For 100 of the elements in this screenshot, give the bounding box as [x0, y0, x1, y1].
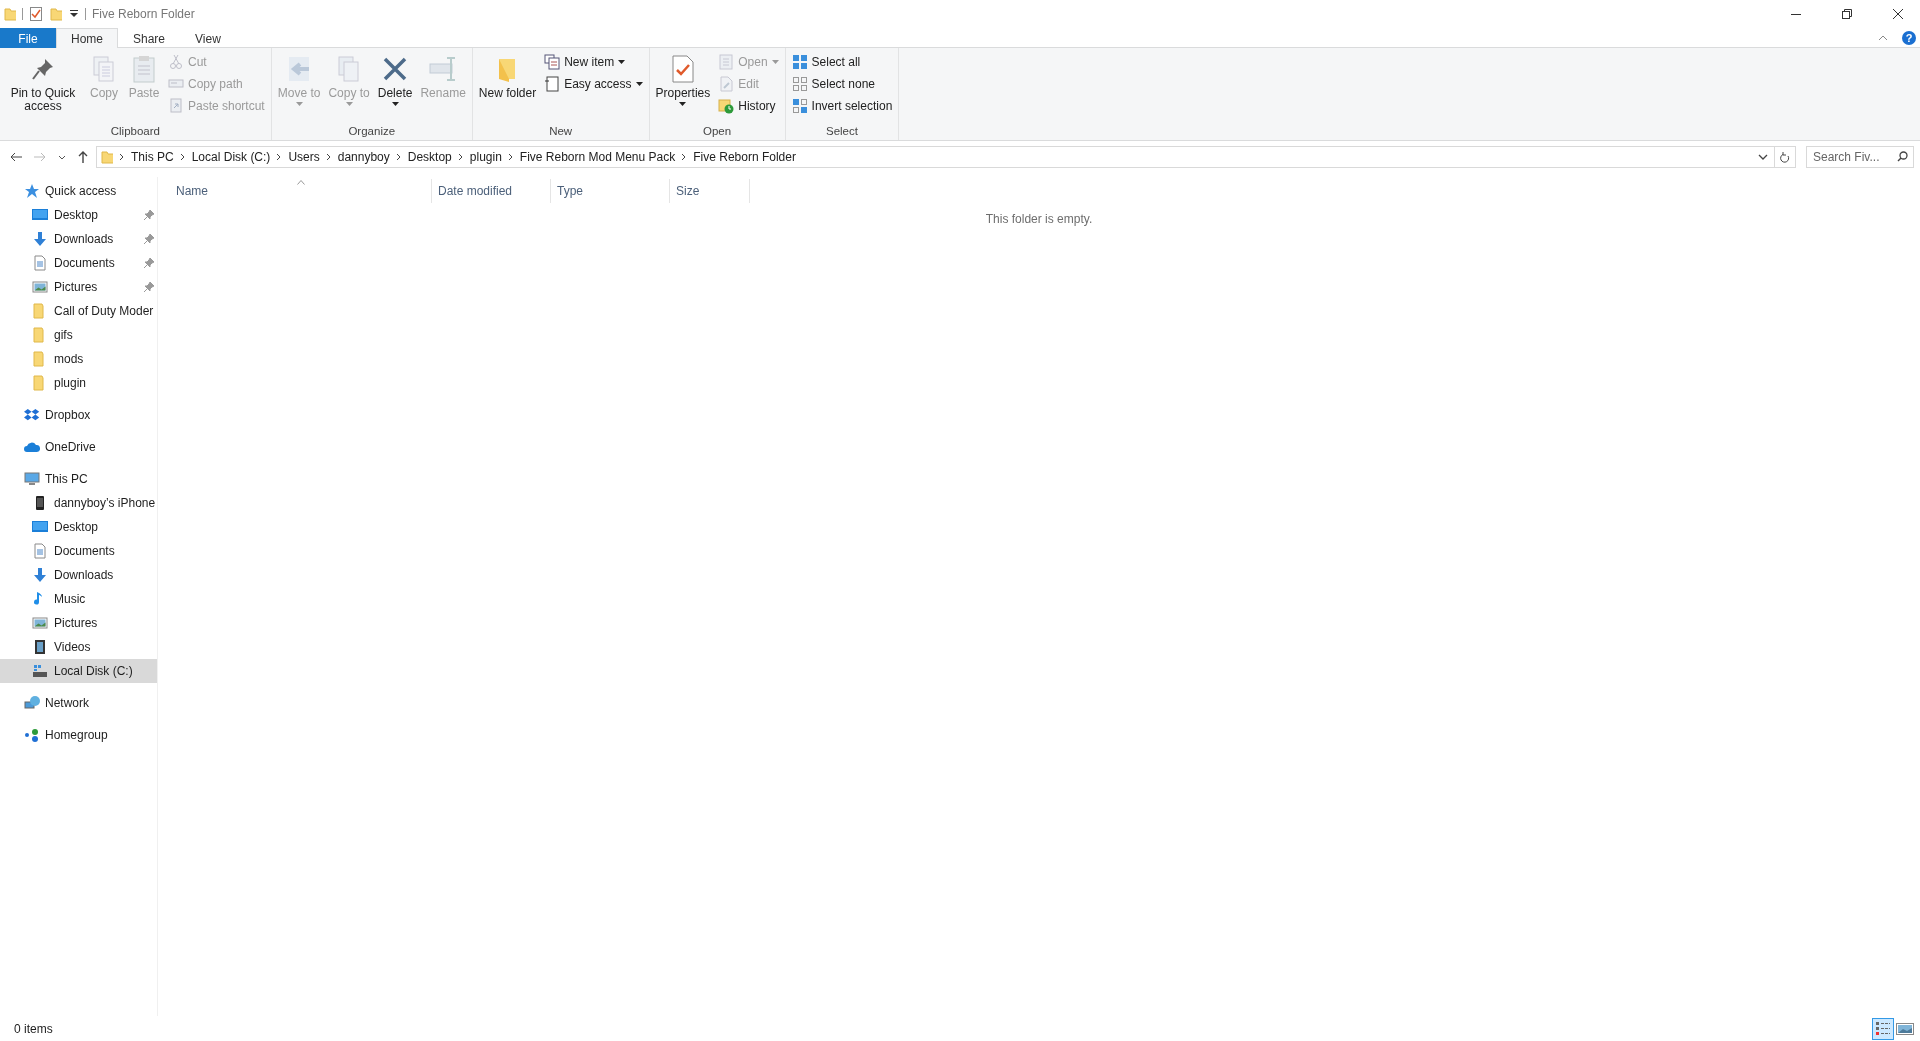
download-icon: [32, 567, 48, 583]
pin-icon: [144, 210, 154, 220]
ribbon-command[interactable]: Select all: [788, 51, 896, 73]
desktop-icon: [32, 519, 48, 535]
ribbon-command[interactable]: Properties: [652, 51, 714, 108]
command-icon: [791, 98, 808, 114]
breadcrumb[interactable]: Local Disk (C:): [191, 150, 271, 164]
navigation-item[interactable]: Desktop: [0, 515, 157, 539]
navigation-item[interactable]: Documents: [0, 539, 157, 563]
desktop-icon: [32, 207, 48, 223]
navigation-item[interactable]: plugin: [0, 371, 157, 395]
star-icon: [24, 183, 40, 199]
breadcrumb[interactable]: plugin: [469, 150, 502, 164]
chevron-icon: [179, 153, 186, 161]
chevron-icon: [325, 153, 332, 161]
ribbon-command[interactable]: New item: [541, 51, 646, 73]
group-label: Open: [702, 125, 733, 139]
ribbon-command[interactable]: New folder: [475, 51, 540, 102]
navigation-item[interactable]: Dropbox: [0, 403, 157, 427]
search-field[interactable]: Search Fiv...: [1806, 146, 1914, 168]
navigation-item[interactable]: Downloads: [0, 563, 157, 587]
ribbon-command[interactable]: Easy access: [541, 73, 646, 95]
navigation-item[interactable]: Homegroup: [0, 723, 157, 747]
folder-icon: [50, 7, 62, 21]
navigation-item[interactable]: Call of Duty Moder: [0, 299, 157, 323]
ribbon-command[interactable]: Invert selection: [788, 95, 896, 117]
pin-icon: [144, 258, 154, 268]
collapse-ribbon-icon[interactable]: [1878, 34, 1888, 41]
help-icon[interactable]: ?: [1902, 30, 1916, 45]
item-count: 0 items: [14, 1021, 53, 1036]
column-header[interactable]: Size: [670, 179, 750, 203]
breadcrumb[interactable]: Five Reborn Mod Menu Pack: [519, 150, 676, 164]
caret-icon: [635, 82, 643, 86]
network-icon: [24, 695, 40, 711]
forward-arrow-icon: [34, 152, 46, 162]
search-icon: [1897, 151, 1908, 162]
homegroup-icon: [24, 727, 40, 743]
navigation-item[interactable]: OneDrive: [0, 435, 157, 459]
column-header[interactable]: Date modified: [432, 179, 551, 203]
caret-icon: [58, 154, 66, 160]
command-icon: [791, 76, 808, 92]
up-arrow-icon: [78, 151, 88, 163]
caret-icon: [345, 102, 353, 106]
navigation-item[interactable]: This PC: [0, 467, 157, 491]
command-icon: [544, 76, 561, 92]
navigation-item[interactable]: Quick access: [0, 179, 157, 203]
ribbon-command[interactable]: Pin to Quick access: [3, 51, 83, 115]
command-icon: [718, 54, 735, 70]
pin-icon: [144, 234, 154, 244]
column-header[interactable]: Type: [551, 179, 670, 203]
breadcrumb[interactable]: dannyboy: [337, 150, 390, 164]
navigation-item[interactable]: gifs: [0, 323, 157, 347]
navigation-item[interactable]: Pictures: [0, 275, 157, 299]
navigation-item[interactable]: Documents: [0, 251, 157, 275]
ribbon-tab[interactable]: Home: [56, 28, 118, 48]
group-label: Clipboard: [109, 125, 161, 139]
download-icon: [32, 231, 48, 247]
column-header[interactable]: Name: [170, 179, 432, 203]
ribbon-command[interactable]: Select none: [788, 73, 896, 95]
command-icon: [168, 54, 184, 70]
pictures-icon: [32, 279, 48, 295]
dropdown-icon: [1758, 154, 1768, 160]
navigation-item[interactable]: Network: [0, 691, 157, 715]
ribbon-command[interactable]: Delete: [374, 51, 416, 108]
command-icon: [544, 54, 561, 70]
navigation-item[interactable]: Music: [0, 587, 157, 611]
group-label: New: [548, 125, 574, 139]
caret-icon: [771, 60, 779, 64]
navigation-item[interactable]: Desktop: [0, 203, 157, 227]
caret-icon: [618, 60, 626, 64]
folder-icon: [101, 150, 113, 164]
navigation-item[interactable]: Downloads: [0, 227, 157, 251]
refresh-icon: [1780, 151, 1790, 163]
command-icon: [718, 98, 735, 114]
breadcrumb[interactable]: This PC: [131, 150, 174, 164]
command-icon: [168, 98, 184, 114]
videos-icon: [32, 639, 48, 655]
breadcrumb[interactable]: Five Reborn Folder: [693, 150, 796, 164]
chevron-icon: [276, 153, 283, 161]
back-arrow-icon: [10, 152, 22, 162]
checklist-icon: [30, 7, 42, 21]
view-button[interactable]: [1872, 1017, 1894, 1040]
group-label: Select: [824, 125, 859, 139]
navigation-item[interactable]: Videos: [0, 635, 157, 659]
ribbon-tab[interactable]: View: [180, 28, 236, 48]
navigation-item[interactable]: mods: [0, 347, 157, 371]
navigation-item[interactable]: dannyboy’s iPhone: [0, 491, 159, 515]
chevron-icon: [507, 153, 514, 161]
empty-folder-message: This folder is empty.: [985, 212, 1093, 226]
ribbon-tab[interactable]: Share: [118, 28, 181, 48]
file-menu-button[interactable]: File: [0, 28, 56, 48]
address-bar[interactable]: This PC Local Disk (C:) Users dannyboy Desktop plugin Five Reborn Mod Menu Pack Five Reborn Folder: [96, 146, 1796, 168]
breadcrumb[interactable]: Desktop: [407, 150, 452, 164]
breadcrumb[interactable]: Users: [288, 150, 320, 164]
command-icon: [718, 76, 735, 92]
caret-icon: [295, 102, 303, 106]
document-icon: [32, 255, 48, 271]
navigation-item[interactable]: Local Disk (C:): [0, 659, 157, 683]
ribbon-command[interactable]: History: [715, 95, 782, 117]
navigation-item[interactable]: Pictures: [0, 611, 157, 635]
